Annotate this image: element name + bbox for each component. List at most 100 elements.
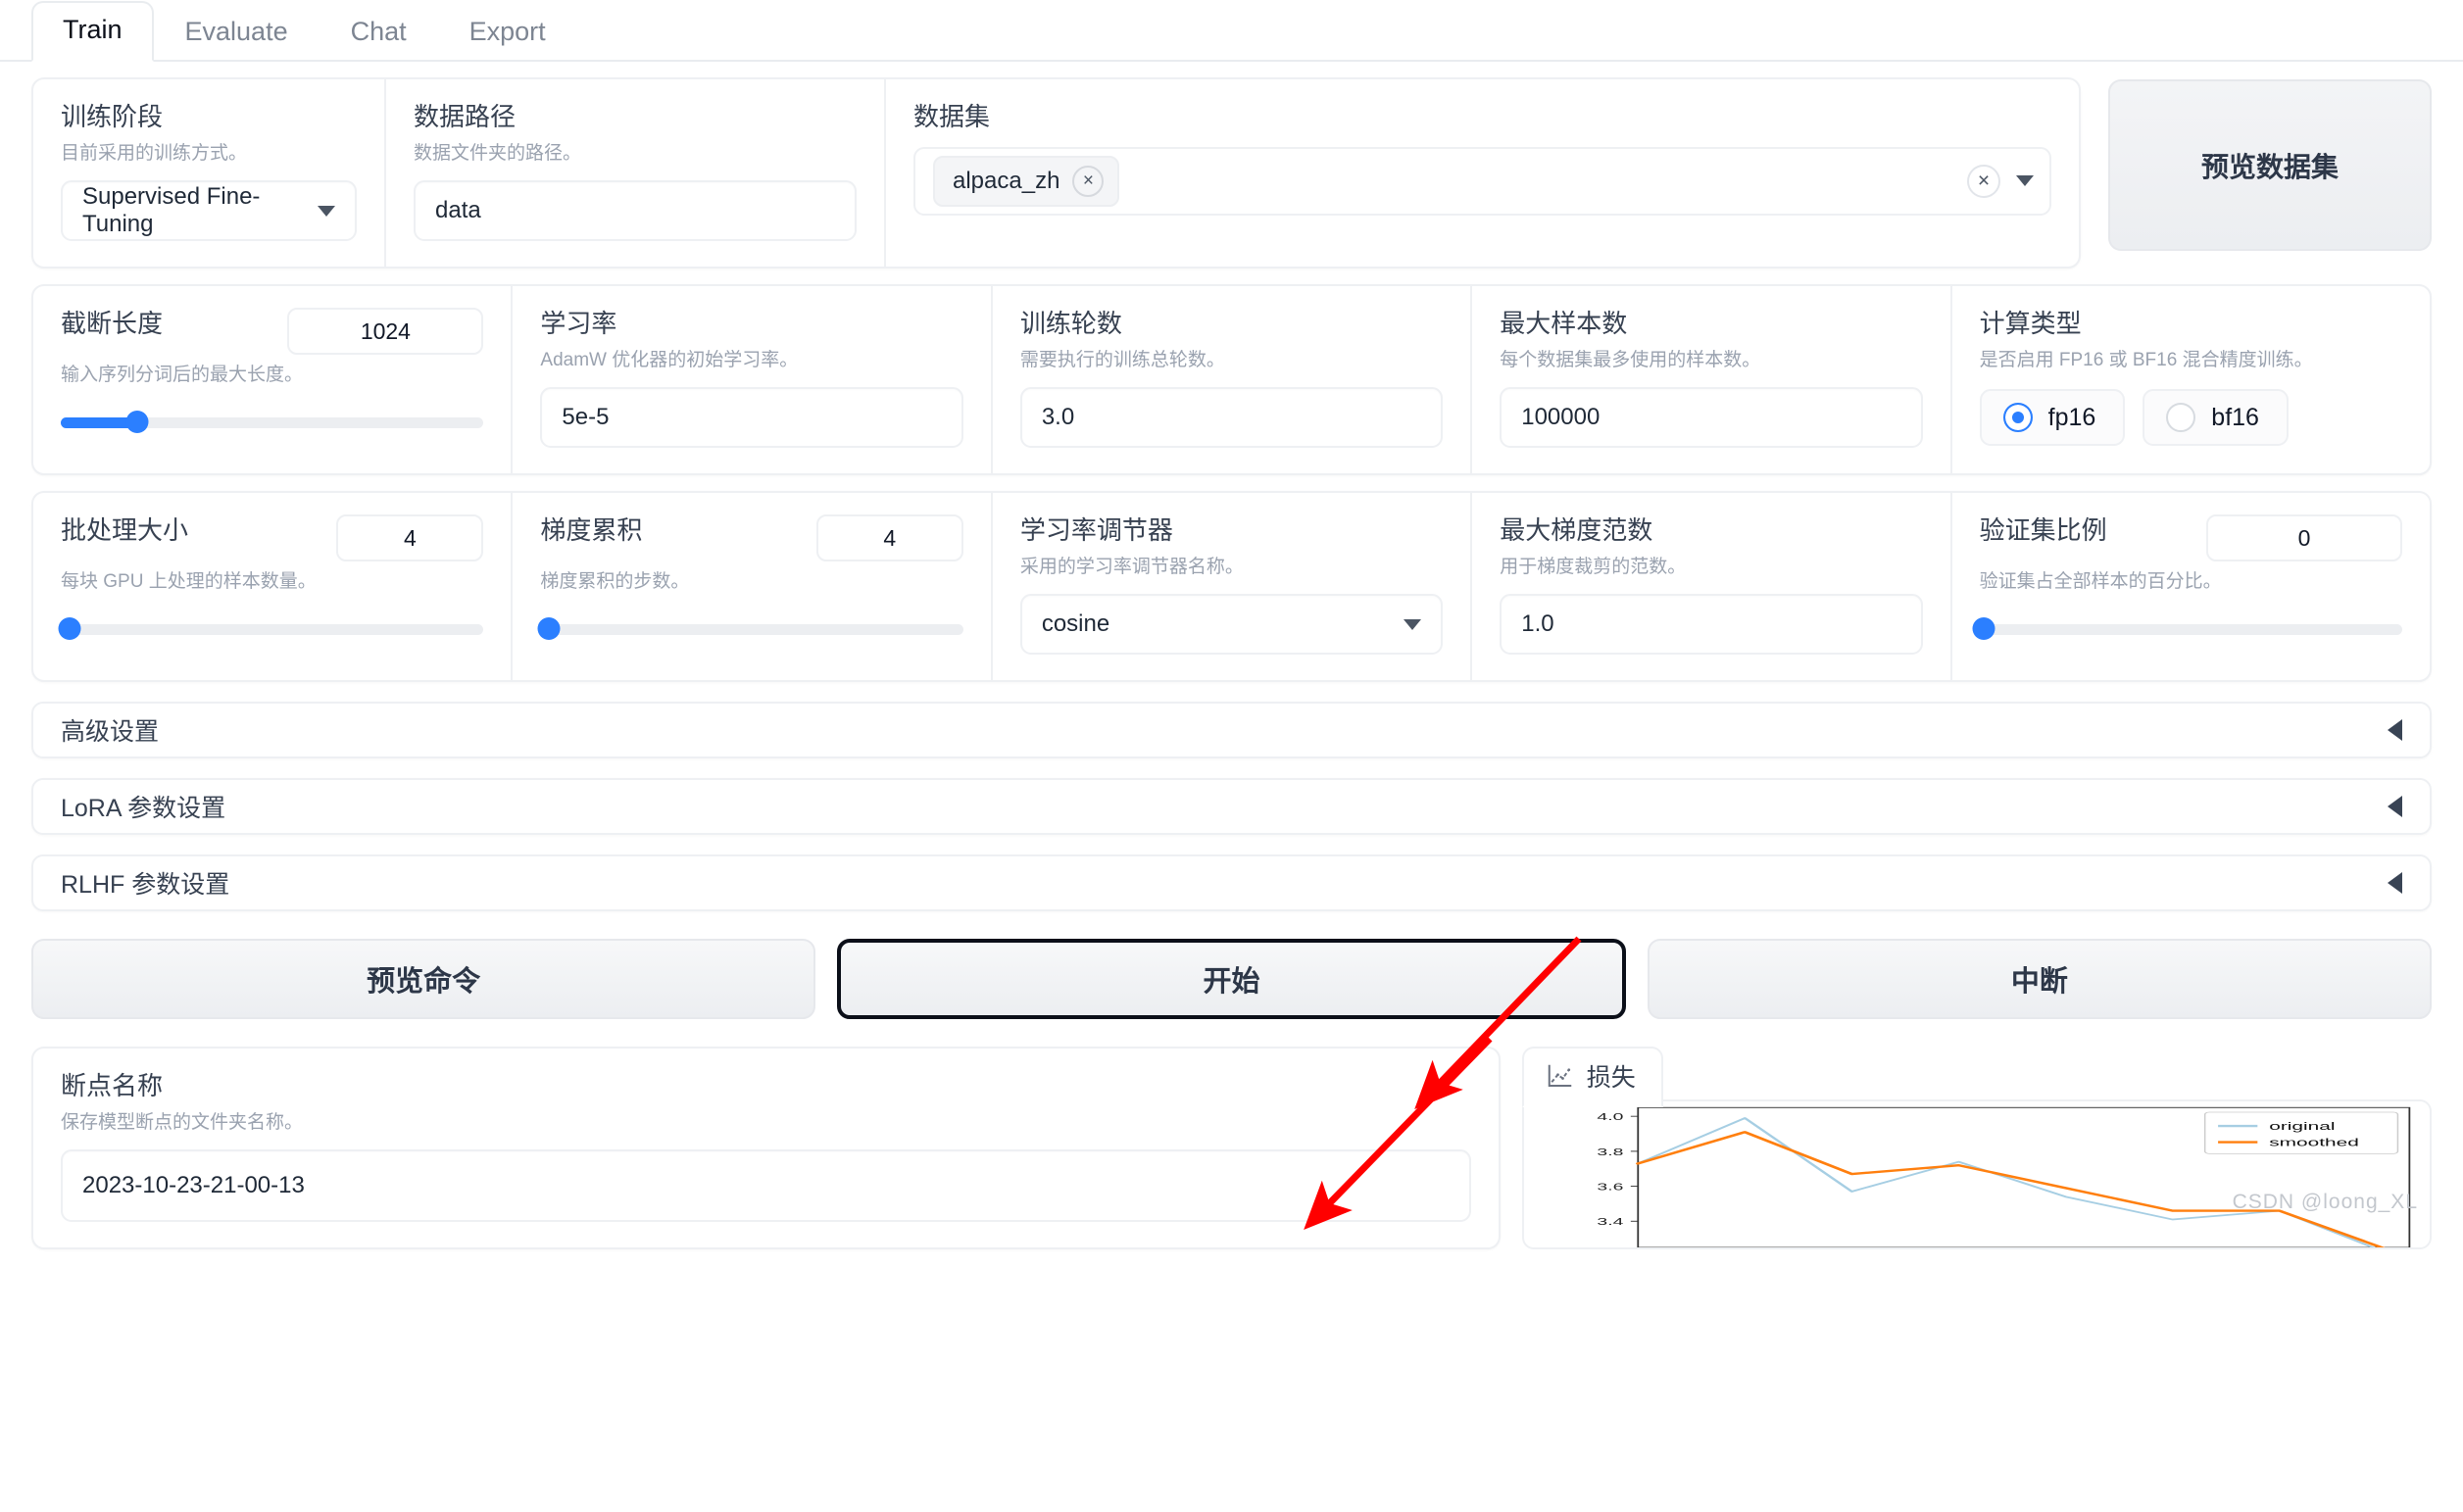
field-compute-type: 计算类型 是否启用 FP16 或 BF16 混合精度训练。 fp16 bf16: [1952, 286, 2430, 473]
slider-track: [1979, 623, 2403, 635]
max-samples-value: 100000: [1521, 404, 1601, 431]
max-grad-norm-input[interactable]: 1.0: [1500, 594, 1923, 656]
main-tabbar: Train Evaluate Chat Export: [0, 0, 2463, 62]
dataset-multiselect[interactable]: alpaca_zh × ×: [913, 146, 2051, 216]
dataset-controls: ×: [1967, 164, 2034, 198]
chevron-down-icon: [318, 205, 335, 217]
accordion-rlhf-settings-title: RLHF 参数设置: [61, 871, 230, 900]
header-region: 训练阶段 目前采用的训练方式。 Supervised Fine-Tuning 数…: [0, 62, 2432, 269]
start-button[interactable]: 开始: [837, 939, 1626, 1020]
chevron-down-icon[interactable]: [2016, 175, 2034, 186]
epochs-input[interactable]: 3.0: [1019, 387, 1444, 449]
field-max-samples: 最大样本数 每个数据集最多使用的样本数。 100000: [1472, 286, 1952, 474]
cutoff-length-desc: 输入序列分词后的最大长度。: [61, 365, 304, 386]
epochs-label: 训练轮数: [1019, 309, 1122, 339]
learning-rate-label: 学习率: [540, 309, 617, 339]
dataset-label: 数据集: [913, 102, 991, 131]
collapse-arrow-icon: [2388, 872, 2402, 895]
lr-scheduler-desc: 采用的学习率调节器名称。: [1019, 556, 1244, 577]
learning-rate-input[interactable]: 5e-5: [540, 387, 963, 449]
collapse-arrow-icon: [2388, 719, 2402, 742]
radio-selected-icon: [2002, 403, 2033, 433]
compute-type-radio-group: fp16 bf16: [1979, 389, 2402, 447]
training-stage-select[interactable]: Supervised Fine-Tuning: [61, 180, 357, 242]
field-lr-scheduler: 学习率调节器 采用的学习率调节器名称。 cosine: [993, 493, 1473, 681]
val-size-slider[interactable]: [1972, 616, 2403, 640]
batch-size-slider[interactable]: [58, 616, 484, 640]
tab-export[interactable]: Export: [438, 3, 577, 62]
compute-type-desc: 是否启用 FP16 或 BF16 混合精度训练。: [1979, 349, 2313, 370]
cutoff-length-value[interactable]: 1024: [287, 308, 484, 356]
grad-accum-label: 梯度累积: [540, 515, 643, 546]
max-grad-norm-value: 1.0: [1521, 610, 1554, 638]
epochs-desc: 需要执行的训练总轮数。: [1019, 349, 1225, 370]
tab-train-label: Train: [63, 15, 123, 44]
header-panel: 训练阶段 目前采用的训练方式。 Supervised Fine-Tuning 数…: [31, 77, 2081, 269]
training-stage-label: 训练阶段: [61, 102, 164, 131]
accordion-lora-settings[interactable]: LoRA 参数设置: [31, 778, 2432, 836]
batch-size-label: 批处理大小: [61, 515, 189, 546]
max-grad-norm-label: 最大梯度范数: [1500, 515, 1653, 546]
grad-accum-slider[interactable]: [537, 616, 963, 640]
slider-knob[interactable]: [1972, 616, 1995, 640]
max-samples-input[interactable]: 100000: [1500, 387, 1923, 449]
start-label: 开始: [1203, 966, 1260, 999]
field-data-path: 数据路径 数据文件夹的路径。 data: [386, 79, 886, 268]
field-epochs: 训练轮数 需要执行的训练总轮数。 3.0: [993, 286, 1473, 474]
lr-scheduler-select[interactable]: cosine: [1019, 594, 1444, 656]
radio-fp16[interactable]: fp16: [1979, 389, 2126, 447]
svg-text:original: original: [2269, 1120, 2335, 1133]
cutoff-length-label: 截断长度: [61, 309, 164, 339]
bottom-region: 断点名称 保存模型断点的文件夹名称。 2023-10-23-21-00-13 损…: [31, 1047, 2432, 1250]
radio-bf16-label: bf16: [2211, 403, 2259, 431]
accordion-rlhf-settings[interactable]: RLHF 参数设置: [31, 854, 2432, 912]
val-size-value[interactable]: 0: [2206, 514, 2403, 562]
data-path-input[interactable]: data: [414, 180, 857, 242]
field-training-stage: 训练阶段 目前采用的训练方式。 Supervised Fine-Tuning: [33, 79, 386, 268]
params-row-3: 批处理大小 4 每块 GPU 上处理的样本数量。 梯度累积 4 梯度累积的步数。: [31, 491, 2432, 683]
chip-remove-icon[interactable]: ×: [1072, 165, 1105, 197]
field-val-size: 验证集比例 0 验证集占全部样本的百分比。: [1952, 493, 2430, 680]
learning-rate-desc: AdamW 优化器的初始学习率。: [540, 349, 799, 370]
preview-command-button[interactable]: 预览命令: [31, 939, 816, 1020]
lr-scheduler-value: cosine: [1041, 610, 1110, 638]
clear-icon[interactable]: ×: [1967, 164, 2000, 198]
tab-evaluate[interactable]: Evaluate: [154, 3, 320, 62]
checkpoint-name-desc: 保存模型断点的文件夹名称。: [61, 1111, 304, 1133]
grad-accum-value[interactable]: 4: [815, 514, 963, 562]
field-checkpoint-name: 断点名称 保存模型断点的文件夹名称。 2023-10-23-21-00-13: [31, 1047, 1501, 1250]
loss-plot-svg: 3.4 3.6 3.8 4.0 original smoothed: [1597, 1106, 2411, 1248]
data-path-value: data: [435, 197, 481, 224]
slider-knob[interactable]: [58, 616, 81, 640]
radio-bf16[interactable]: bf16: [2143, 389, 2289, 447]
chevron-down-icon: [1404, 618, 1422, 630]
field-grad-accum: 梯度累积 4 梯度累积的步数。: [513, 493, 993, 681]
preview-dataset-button[interactable]: 预览数据集: [2108, 79, 2432, 252]
max-samples-desc: 每个数据集最多使用的样本数。: [1500, 349, 1761, 370]
tab-train[interactable]: Train: [31, 1, 154, 62]
dataset-chip[interactable]: alpaca_zh ×: [933, 155, 1120, 207]
tab-export-label: Export: [468, 17, 546, 46]
data-path-label: 数据路径: [414, 102, 517, 131]
radio-fp16-label: fp16: [2047, 403, 2096, 431]
checkpoint-name-input[interactable]: 2023-10-23-21-00-13: [61, 1149, 1471, 1223]
radio-unselected-icon: [2166, 403, 2196, 433]
epochs-value: 3.0: [1041, 404, 1075, 431]
action-buttons-row: 预览命令 开始 中断: [31, 939, 2432, 1020]
slider-track: [540, 623, 963, 635]
checkpoint-name-label: 断点名称: [61, 1071, 164, 1101]
preview-dataset-label: 预览数据集: [2200, 151, 2339, 182]
accordion-advanced-settings[interactable]: 高级设置: [31, 702, 2432, 759]
slider-knob[interactable]: [537, 616, 561, 640]
tab-chat[interactable]: Chat: [320, 3, 438, 62]
tab-chat-label: Chat: [350, 17, 407, 46]
lr-scheduler-label: 学习率调节器: [1019, 515, 1173, 546]
abort-button[interactable]: 中断: [1647, 939, 2432, 1020]
batch-size-value[interactable]: 4: [336, 514, 484, 562]
slider-knob[interactable]: [125, 410, 149, 433]
field-dataset: 数据集 alpaca_zh × ×: [886, 79, 2079, 267]
tab-loss[interactable]: 损失: [1521, 1047, 1663, 1108]
dataset-chip-label: alpaca_zh: [953, 167, 1060, 194]
cutoff-length-slider[interactable]: [61, 410, 484, 433]
collapse-arrow-icon: [2388, 796, 2402, 818]
